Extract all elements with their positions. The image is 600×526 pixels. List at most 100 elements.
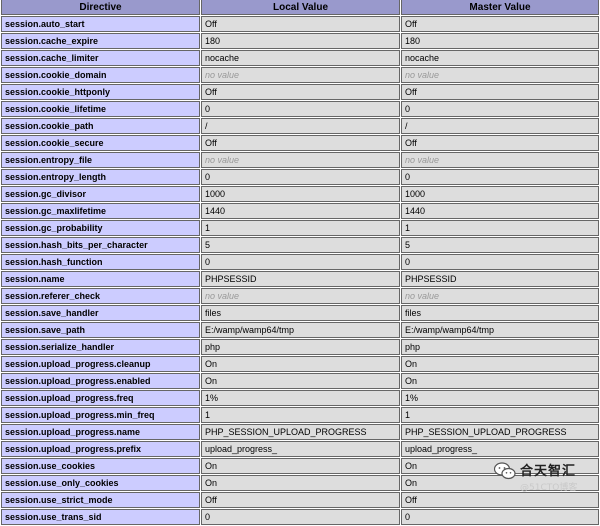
- table-row: session.use_only_cookies On On: [1, 475, 599, 491]
- directive-name: session.gc_maxlifetime: [1, 203, 200, 219]
- local-value: Off: [201, 135, 400, 151]
- master-value: 1000: [401, 186, 599, 202]
- table-row: session.upload_progress.enabled On On: [1, 373, 599, 389]
- local-value: On: [201, 458, 400, 474]
- table-row: session.hash_function 0 0: [1, 254, 599, 270]
- directive-name: session.use_only_cookies: [1, 475, 200, 491]
- directive-name: session.save_handler: [1, 305, 200, 321]
- table-row: session.cookie_domain no value no value: [1, 67, 599, 83]
- directive-name: session.referer_check: [1, 288, 200, 304]
- local-value: On: [201, 373, 400, 389]
- table-row: session.cookie_secure Off Off: [1, 135, 599, 151]
- table-header-row: Directive Local Value Master Value: [1, 0, 599, 15]
- master-value: no value: [401, 152, 599, 168]
- table-row: session.auto_start Off Off: [1, 16, 599, 32]
- local-value: no value: [201, 67, 400, 83]
- master-value: On: [401, 475, 599, 491]
- master-value: Off: [401, 492, 599, 508]
- table-row: session.cache_limiter nocache nocache: [1, 50, 599, 66]
- no-value-text: no value: [205, 70, 240, 80]
- table-row: session.name PHPSESSID PHPSESSID: [1, 271, 599, 287]
- table-row: session.cookie_httponly Off Off: [1, 84, 599, 100]
- directive-name: session.upload_progress.cleanup: [1, 356, 200, 372]
- local-value: 0: [201, 169, 400, 185]
- local-value: upload_progress_: [201, 441, 400, 457]
- table-row: session.cache_expire 180 180: [1, 33, 599, 49]
- local-value: 1%: [201, 390, 400, 406]
- local-value: 1: [201, 407, 400, 423]
- table-row: session.gc_probability 1 1: [1, 220, 599, 236]
- table-row: session.serialize_handler php php: [1, 339, 599, 355]
- table-row: session.use_strict_mode Off Off: [1, 492, 599, 508]
- session-directives-table: Directive Local Value Master Value sessi…: [0, 0, 600, 526]
- directive-name: session.upload_progress.prefix: [1, 441, 200, 457]
- directive-name: session.cache_limiter: [1, 50, 200, 66]
- local-value: 5: [201, 237, 400, 253]
- master-value: PHP_SESSION_UPLOAD_PROGRESS: [401, 424, 599, 440]
- no-value-text: no value: [405, 155, 440, 165]
- directive-name: session.gc_divisor: [1, 186, 200, 202]
- directive-name: session.use_trans_sid: [1, 509, 200, 525]
- local-value: 1000: [201, 186, 400, 202]
- table-row: session.entropy_length 0 0: [1, 169, 599, 185]
- local-value: 0: [201, 254, 400, 270]
- header-local-value: Local Value: [201, 0, 400, 15]
- directive-name: session.upload_progress.enabled: [1, 373, 200, 389]
- directive-name: session.name: [1, 271, 200, 287]
- master-value: upload_progress_: [401, 441, 599, 457]
- table-row: session.referer_check no value no value: [1, 288, 599, 304]
- master-value: Off: [401, 84, 599, 100]
- directive-name: session.hash_bits_per_character: [1, 237, 200, 253]
- local-value: /: [201, 118, 400, 134]
- directive-name: session.entropy_file: [1, 152, 200, 168]
- table-row: session.upload_progress.prefix upload_pro…: [1, 441, 599, 457]
- master-value: 0: [401, 254, 599, 270]
- directive-name: session.gc_probability: [1, 220, 200, 236]
- directive-name: session.cookie_httponly: [1, 84, 200, 100]
- directive-name: session.use_strict_mode: [1, 492, 200, 508]
- local-value: 1: [201, 220, 400, 236]
- master-value: nocache: [401, 50, 599, 66]
- master-value: 0: [401, 169, 599, 185]
- master-value: 0: [401, 509, 599, 525]
- master-value: 0: [401, 101, 599, 117]
- master-value: /: [401, 118, 599, 134]
- local-value: 1440: [201, 203, 400, 219]
- no-value-text: no value: [205, 155, 240, 165]
- directive-name: session.cookie_domain: [1, 67, 200, 83]
- directive-name: session.serialize_handler: [1, 339, 200, 355]
- directive-name: session.use_cookies: [1, 458, 200, 474]
- table-row: session.use_cookies On On: [1, 458, 599, 474]
- directive-name: session.cookie_secure: [1, 135, 200, 151]
- table-row: session.upload_progress.min_freq 1 1: [1, 407, 599, 423]
- master-value: Off: [401, 16, 599, 32]
- master-value: no value: [401, 67, 599, 83]
- local-value: E:/wamp/wamp64/tmp: [201, 322, 400, 338]
- directive-name: session.entropy_length: [1, 169, 200, 185]
- master-value: E:/wamp/wamp64/tmp: [401, 322, 599, 338]
- master-value: 1: [401, 407, 599, 423]
- table-row: session.save_path E:/wamp/wamp64/tmp E:/wa…: [1, 322, 599, 338]
- table-row: session.gc_maxlifetime 1440 1440: [1, 203, 599, 219]
- master-value: PHPSESSID: [401, 271, 599, 287]
- local-value: PHP_SESSION_UPLOAD_PROGRESS: [201, 424, 400, 440]
- master-value: 1%: [401, 390, 599, 406]
- no-value-text: no value: [205, 291, 240, 301]
- no-value-text: no value: [405, 291, 440, 301]
- master-value: 180: [401, 33, 599, 49]
- master-value: On: [401, 356, 599, 372]
- directive-name: session.upload_progress.min_freq: [1, 407, 200, 423]
- local-value: Off: [201, 16, 400, 32]
- local-value: no value: [201, 288, 400, 304]
- table-row: session.cookie_lifetime 0 0: [1, 101, 599, 117]
- master-value: 1: [401, 220, 599, 236]
- directive-name: session.cookie_lifetime: [1, 101, 200, 117]
- header-master-value: Master Value: [401, 0, 599, 15]
- header-directive: Directive: [1, 0, 200, 15]
- local-value: 0: [201, 509, 400, 525]
- local-value: On: [201, 356, 400, 372]
- table-row: session.upload_progress.name PHP_SESSION_…: [1, 424, 599, 440]
- directive-name: session.hash_function: [1, 254, 200, 270]
- table-row: session.entropy_file no value no value: [1, 152, 599, 168]
- local-value: On: [201, 475, 400, 491]
